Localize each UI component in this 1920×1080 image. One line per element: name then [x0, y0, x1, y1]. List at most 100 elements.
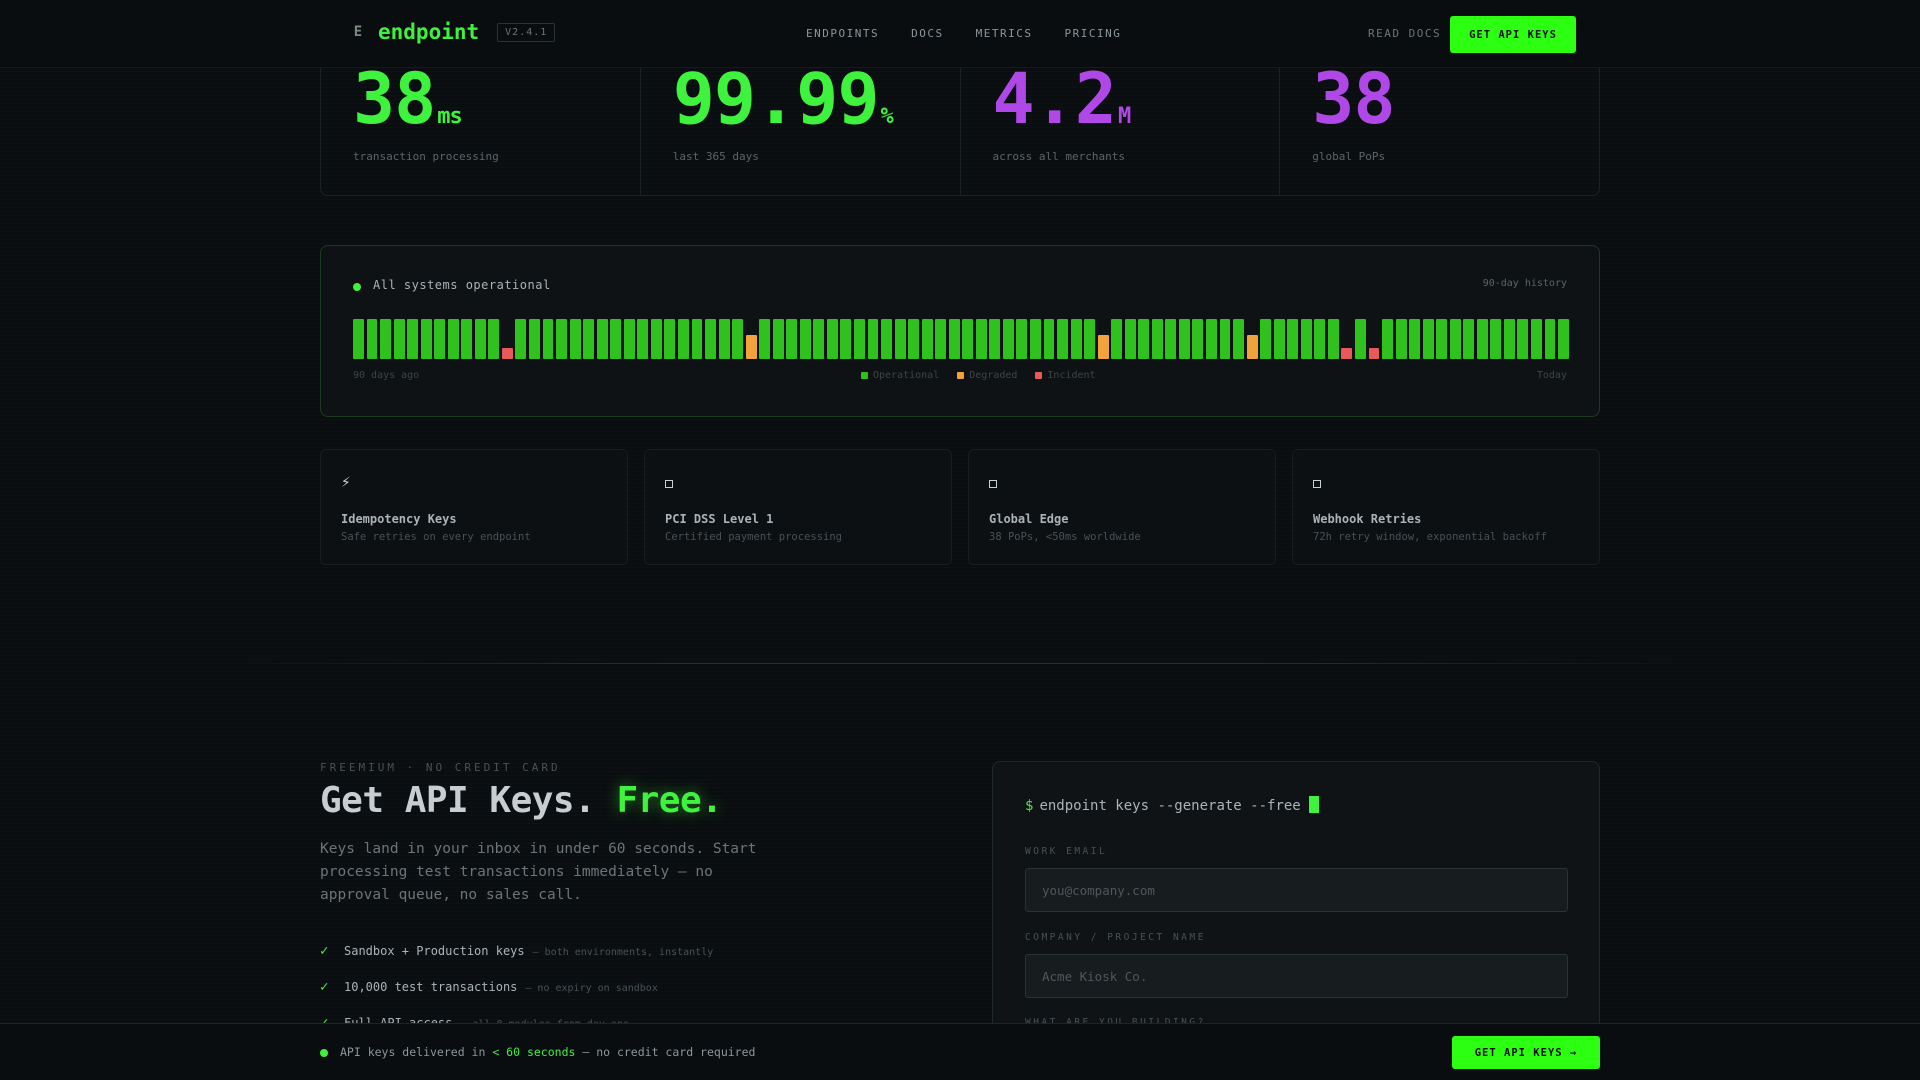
uptime-bar-op[interactable]: [908, 319, 920, 359]
uptime-bar-op[interactable]: [867, 319, 879, 359]
uptime-bar-op[interactable]: [1016, 319, 1028, 359]
uptime-bar-op[interactable]: [962, 319, 974, 359]
uptime-bar-op[interactable]: [1043, 319, 1055, 359]
uptime-bar-op[interactable]: [623, 319, 635, 359]
uptime-bar-op[interactable]: [1165, 319, 1177, 359]
uptime-bar-op[interactable]: [1260, 319, 1272, 359]
uptime-bar-op[interactable]: [474, 319, 486, 359]
uptime-bar-op[interactable]: [1057, 319, 1069, 359]
uptime-bar-op[interactable]: [569, 319, 581, 359]
uptime-bar-op[interactable]: [840, 319, 852, 359]
uptime-bar-op[interactable]: [1030, 319, 1041, 359]
uptime-bar-op[interactable]: [366, 319, 378, 359]
brand[interactable]: E endpoint V2.4.1: [348, 20, 556, 44]
uptime-bar-op[interactable]: [1151, 319, 1163, 359]
uptime-bar-op[interactable]: [529, 319, 540, 359]
get-api-keys-button[interactable]: GET API KEYS: [1450, 16, 1576, 53]
uptime-bar-op[interactable]: [853, 319, 865, 359]
uptime-bar-op[interactable]: [407, 319, 419, 359]
uptime-bar-op[interactable]: [664, 319, 676, 359]
uptime-bar-op[interactable]: [1300, 319, 1312, 359]
uptime-bar-op[interactable]: [1530, 319, 1542, 359]
uptime-bar-op[interactable]: [515, 319, 527, 359]
uptime-bar-op[interactable]: [393, 319, 405, 359]
uptime-bar-op[interactable]: [718, 319, 730, 359]
uptime-bar-op[interactable]: [1463, 319, 1475, 359]
uptime-bar-op[interactable]: [1558, 319, 1569, 359]
nav-link-docs[interactable]: DOCS: [911, 27, 944, 40]
uptime-bar-op[interactable]: [1422, 319, 1434, 359]
uptime-bar-op[interactable]: [650, 319, 662, 359]
uptime-bar-op[interactable]: [772, 319, 784, 359]
uptime-bar-op[interactable]: [975, 319, 987, 359]
uptime-bar-op[interactable]: [894, 319, 906, 359]
uptime-bar-op[interactable]: [1084, 319, 1096, 359]
uptime-bar-op[interactable]: [1233, 319, 1245, 359]
uptime-bar-op[interactable]: [380, 319, 392, 359]
uptime-bar-op[interactable]: [1354, 319, 1366, 359]
uptime-bar-op[interactable]: [813, 319, 825, 359]
uptime-bar-op[interactable]: [610, 319, 622, 359]
uptime-bar-op[interactable]: [1503, 319, 1515, 359]
uptime-bar-op[interactable]: [488, 319, 500, 359]
uptime-bar-op[interactable]: [1138, 319, 1150, 359]
uptime-bar-op[interactable]: [935, 319, 947, 359]
uptime-bar-op[interactable]: [1178, 319, 1190, 359]
nav-link-endpoints[interactable]: ENDPOINTS: [806, 27, 879, 40]
read-docs-link[interactable]: READ DOCS: [1368, 27, 1441, 40]
uptime-bar-inc[interactable]: [1341, 348, 1353, 359]
uptime-bar-op[interactable]: [1070, 319, 1082, 359]
uptime-bar-op[interactable]: [881, 319, 892, 359]
uptime-bar-inc[interactable]: [501, 348, 513, 359]
uptime-bar-op[interactable]: [637, 319, 649, 359]
uptime-bar-op[interactable]: [1002, 319, 1014, 359]
uptime-bar-op[interactable]: [1544, 319, 1556, 359]
uptime-bar-op[interactable]: [1382, 319, 1393, 359]
uptime-bar-inc[interactable]: [1368, 348, 1380, 359]
uptime-bar-op[interactable]: [677, 319, 689, 359]
uptime-bar-op[interactable]: [826, 319, 838, 359]
uptime-bar-op[interactable]: [1476, 319, 1488, 359]
uptime-bar-op[interactable]: [989, 319, 1001, 359]
uptime-bar-op[interactable]: [1111, 319, 1123, 359]
uptime-bar-op[interactable]: [596, 319, 608, 359]
get-api-keys-bottom-button[interactable]: GET API KEYS →: [1452, 1036, 1600, 1069]
uptime-bar-op[interactable]: [542, 319, 554, 359]
uptime-bar-op[interactable]: [434, 319, 446, 359]
uptime-bar-op[interactable]: [691, 319, 703, 359]
uptime-bar-op[interactable]: [1273, 319, 1285, 359]
uptime-bar-op[interactable]: [705, 319, 716, 359]
uptime-bar-op[interactable]: [1219, 319, 1231, 359]
uptime-bar-op[interactable]: [1449, 319, 1461, 359]
uptime-bar-op[interactable]: [1327, 319, 1339, 359]
company-field[interactable]: [1025, 954, 1568, 998]
uptime-bar-op[interactable]: [1287, 319, 1299, 359]
uptime-bar-op[interactable]: [1124, 319, 1136, 359]
uptime-bar-op[interactable]: [799, 319, 811, 359]
uptime-bar-op[interactable]: [1517, 319, 1529, 359]
uptime-bar-op[interactable]: [461, 319, 473, 359]
uptime-bar-op[interactable]: [1192, 319, 1204, 359]
uptime-bar-op[interactable]: [1409, 319, 1421, 359]
uptime-bar-op[interactable]: [353, 319, 364, 359]
uptime-bar-deg[interactable]: [1246, 335, 1258, 359]
email-field[interactable]: [1025, 868, 1568, 912]
uptime-bar-op[interactable]: [420, 319, 432, 359]
uptime-bar-deg[interactable]: [745, 335, 757, 359]
uptime-bar-op[interactable]: [1206, 319, 1217, 359]
nav-link-metrics[interactable]: METRICS: [976, 27, 1033, 40]
uptime-bar-op[interactable]: [583, 319, 595, 359]
uptime-bar-op[interactable]: [732, 319, 744, 359]
uptime-bar-op[interactable]: [759, 319, 771, 359]
uptime-bar-op[interactable]: [786, 319, 798, 359]
uptime-bar-op[interactable]: [447, 319, 459, 359]
uptime-bar-op[interactable]: [1395, 319, 1407, 359]
uptime-bar-op[interactable]: [556, 319, 568, 359]
nav-link-pricing[interactable]: PRICING: [1064, 27, 1121, 40]
uptime-bar-op[interactable]: [1436, 319, 1448, 359]
uptime-bar-op[interactable]: [921, 319, 933, 359]
uptime-bar-deg[interactable]: [1097, 335, 1109, 359]
uptime-bar-op[interactable]: [948, 319, 960, 359]
uptime-bar-op[interactable]: [1490, 319, 1502, 359]
uptime-bar-op[interactable]: [1314, 319, 1326, 359]
